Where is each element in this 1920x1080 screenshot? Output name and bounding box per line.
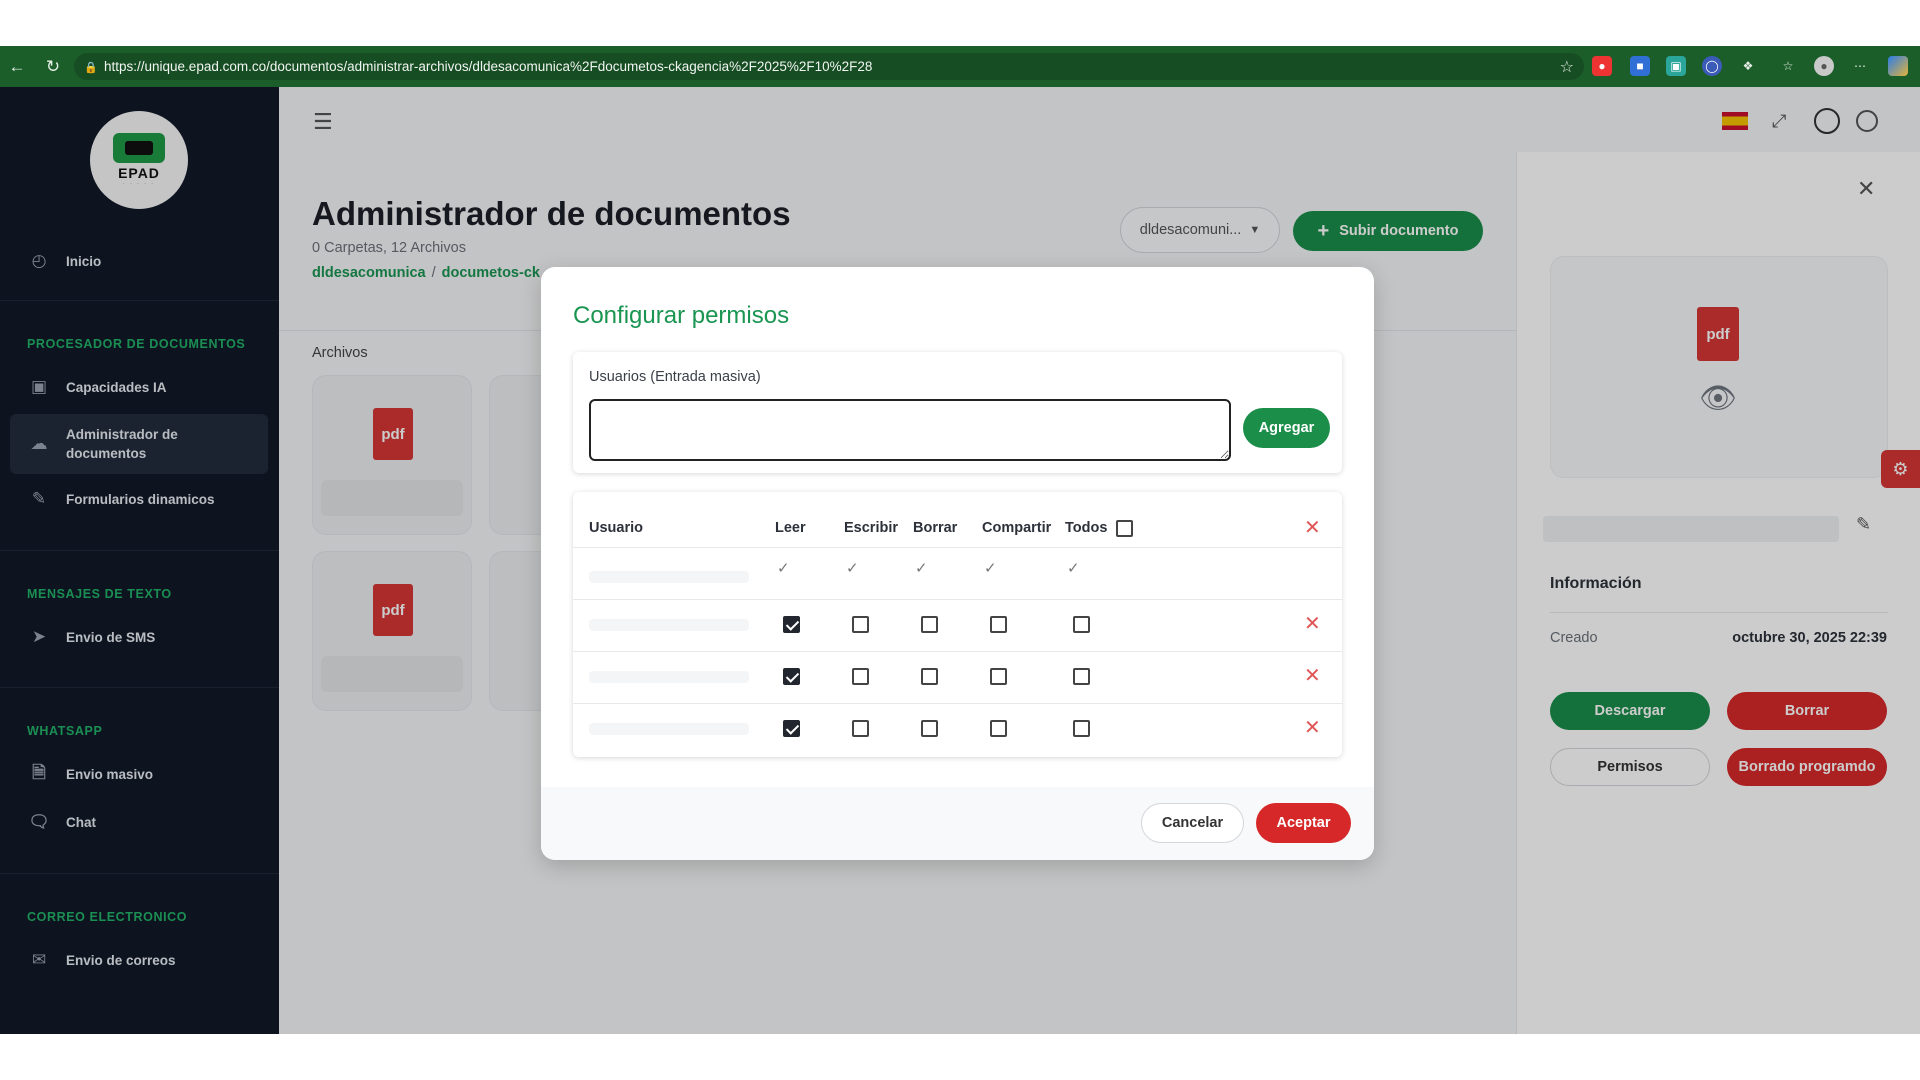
permission-checkbox-leer[interactable] (783, 616, 800, 633)
permissions-table: Usuario Leer Escribir Borrar Compartir T… (573, 492, 1342, 757)
modal-title: Configurar permisos (573, 302, 790, 329)
user-name-placeholder (589, 723, 749, 735)
users-input-card: Usuarios (Entrada masiva) Agregar (573, 352, 1342, 473)
copilot-icon[interactable] (1888, 56, 1908, 76)
screen-top-margin (0, 0, 1920, 46)
permission-checkbox-borrar[interactable] (921, 616, 938, 633)
accept-button[interactable]: Aceptar (1256, 803, 1351, 843)
column-header-borrar: Borrar (913, 520, 958, 536)
divider (573, 651, 1342, 652)
bulk-row-placeholder (589, 571, 749, 583)
more-icon[interactable]: ⋯ (1850, 56, 1870, 76)
extension-icon[interactable]: ● (1592, 56, 1612, 76)
reload-icon[interactable]: ↻ (42, 56, 64, 78)
remove-user-icon[interactable]: ✕ (1304, 715, 1321, 740)
remove-user-icon[interactable]: ✕ (1304, 663, 1321, 688)
permission-checkbox-escribir[interactable] (852, 720, 869, 737)
back-icon[interactable]: ← (6, 56, 28, 78)
permission-checkbox-escribir[interactable] (852, 668, 869, 685)
bulk-check-escribir[interactable]: ✓ (846, 559, 859, 577)
permission-checkbox-borrar[interactable] (921, 668, 938, 685)
users-input-label: Usuarios (Entrada masiva) (589, 369, 761, 385)
modal-footer (541, 787, 1374, 860)
select-all-checkbox[interactable] (1116, 520, 1133, 537)
bulk-check-compartir[interactable]: ✓ (984, 559, 997, 577)
column-header-leer: Leer (775, 520, 806, 536)
permission-checkbox-leer[interactable] (783, 720, 800, 737)
column-header-todos: Todos (1065, 520, 1108, 536)
permission-checkbox-todos[interactable] (1073, 616, 1090, 633)
puzzle-icon[interactable]: ❖ (1738, 56, 1758, 76)
permission-checkbox-borrar[interactable] (921, 720, 938, 737)
permission-checkbox-compartir[interactable] (990, 720, 1007, 737)
extension-icon[interactable]: ■ (1630, 56, 1650, 76)
permission-checkbox-todos[interactable] (1073, 720, 1090, 737)
permissions-modal: Configurar permisos Usuarios (Entrada ma… (541, 267, 1374, 860)
lock-icon: 🔒 (84, 61, 98, 74)
extension-icon[interactable]: ▣ (1666, 56, 1686, 76)
column-header-escribir: Escribir (844, 520, 898, 536)
add-users-button[interactable]: Agregar (1243, 408, 1330, 448)
column-header-usuario: Usuario (589, 520, 643, 536)
user-name-placeholder (589, 619, 749, 631)
divider (573, 599, 1342, 600)
extension-icon[interactable]: ◯ (1702, 56, 1722, 76)
bulk-check-leer[interactable]: ✓ (777, 559, 790, 577)
url-text: https://unique.epad.com.co/documentos/ad… (104, 59, 873, 74)
remove-user-icon[interactable]: ✕ (1304, 611, 1321, 636)
divider (573, 547, 1342, 548)
bulk-check-borrar[interactable]: ✓ (915, 559, 928, 577)
remove-all-icon[interactable]: ✕ (1304, 515, 1321, 540)
permission-checkbox-escribir[interactable] (852, 616, 869, 633)
divider (573, 703, 1342, 704)
column-header-compartir: Compartir (982, 520, 1052, 536)
screen-bottom-margin (0, 1034, 1920, 1080)
bulk-check-todos[interactable]: ✓ (1067, 559, 1080, 577)
cancel-button[interactable]: Cancelar (1141, 803, 1244, 843)
users-bulk-input[interactable] (589, 399, 1231, 461)
profile-icon[interactable]: ● (1814, 56, 1834, 76)
address-bar[interactable]: 🔒 https://unique.epad.com.co/documentos/… (74, 53, 1584, 80)
permission-checkbox-leer[interactable] (783, 668, 800, 685)
bookmark-star-icon[interactable]: ☆ (1560, 57, 1574, 77)
permission-checkbox-todos[interactable] (1073, 668, 1090, 685)
permission-checkbox-compartir[interactable] (990, 668, 1007, 685)
permission-checkbox-compartir[interactable] (990, 616, 1007, 633)
favorites-icon[interactable]: ☆ (1778, 56, 1798, 76)
user-name-placeholder (589, 671, 749, 683)
